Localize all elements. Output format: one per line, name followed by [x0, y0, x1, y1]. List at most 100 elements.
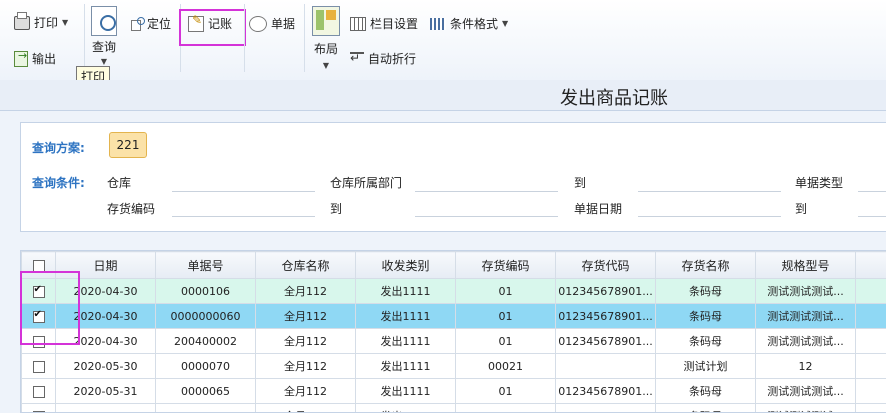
column-header[interactable]: 仓库名称 [256, 252, 356, 279]
cell-doc-no: 0000000060 [156, 304, 256, 329]
chevron-down-icon[interactable]: ▼ [502, 19, 508, 28]
cell-extra [856, 379, 886, 404]
cell-extra [856, 404, 886, 413]
table-row[interactable]: 2020-04-30 200400002 全月112 发出1111 01 012… [22, 329, 886, 354]
cell-spec: 测试测试测试... [756, 404, 856, 413]
table-row[interactable]: 2020-05-30 0000070 全月112 发出1111 00021 测试… [22, 354, 886, 379]
inventory-code-input[interactable] [172, 216, 315, 217]
warehouse-input[interactable] [172, 191, 315, 192]
cell-doc-no: 0000065 [156, 379, 256, 404]
doc-date-label: 单据日期 [574, 200, 622, 217]
column-header[interactable]: 单 [856, 252, 886, 279]
cell-warehouse: 全月112 [256, 404, 356, 413]
doc-type-input[interactable] [858, 191, 886, 192]
row-select-cell[interactable] [22, 354, 56, 379]
cell-category: 发出1111 [356, 404, 456, 413]
inventory-code-label: 存货编码 [107, 200, 155, 217]
query-button[interactable]: 查询 ▼ [91, 6, 117, 66]
cell-extra [856, 329, 886, 354]
cell-spec: 测试测试测试... [756, 329, 856, 354]
cell-inv-id: 012345678901... [556, 304, 656, 329]
row-select-cell[interactable] [22, 379, 56, 404]
query-scheme-label: 查询方案: [32, 139, 85, 156]
query-label: 查询 [92, 38, 116, 55]
doc-type-label: 单据类型 [795, 174, 843, 191]
column-header[interactable]: 规格型号 [756, 252, 856, 279]
cell-extra [856, 354, 886, 379]
toolbar-divider [84, 4, 85, 72]
query-magnifier-icon [91, 6, 117, 36]
cell-inv-name: 条码母 [656, 379, 756, 404]
column-header[interactable]: 存货代码 [556, 252, 656, 279]
cell-date [56, 404, 156, 413]
table-row[interactable]: 2020-04-30 0000000060 全月112 发出1111 01 01… [22, 304, 886, 329]
row-checkbox[interactable] [33, 386, 45, 398]
layout-label: 布局 [314, 40, 338, 57]
layout-button[interactable]: 布局 ▼ [312, 6, 340, 70]
auto-wrap-label: 自动折行 [368, 50, 416, 67]
locate-button[interactable]: 定位 [129, 15, 171, 32]
inventory-code-to-input[interactable] [415, 216, 558, 217]
voucher-button[interactable]: 单据 [249, 15, 295, 32]
cell-date: 2020-05-31 [56, 379, 156, 404]
select-all-checkbox[interactable] [33, 260, 45, 272]
row-select-cell[interactable] [22, 404, 56, 413]
column-header[interactable]: 存货名称 [656, 252, 756, 279]
query-conditions-label: 查询条件: [32, 174, 85, 191]
highlight-selected-checkboxes [20, 271, 80, 345]
doc-date-to-input[interactable] [858, 216, 886, 217]
column-settings-button[interactable]: 栏目设置 [350, 15, 418, 32]
auto-wrap-button[interactable]: 自动折行 [350, 50, 416, 67]
export-label: 输出 [32, 50, 56, 67]
row-checkbox[interactable] [33, 361, 45, 373]
locate-icon [129, 17, 143, 31]
wrap-icon [350, 52, 364, 66]
cell-extra [856, 279, 886, 304]
table-row[interactable]: 2020-05-31 0000065 全月112 发出1111 01 01234… [22, 379, 886, 404]
cell-doc-no [156, 404, 256, 413]
cell-inv-code: 01 [456, 404, 556, 413]
cell-inv-id [556, 354, 656, 379]
column-header[interactable]: 收发类别 [356, 252, 456, 279]
chevron-down-icon[interactable]: ▼ [323, 61, 329, 70]
column-header[interactable]: 存货编码 [456, 252, 556, 279]
to-label: 到 [574, 174, 586, 191]
cell-inv-id: 012345678901... [556, 279, 656, 304]
warehouse-label: 仓库 [107, 174, 131, 191]
data-grid: 日期 单据号 仓库名称 收发类别 存货编码 存货代码 存货名称 规格型号 单 2… [20, 250, 886, 413]
voucher-icon [249, 16, 267, 32]
cell-inv-code: 01 [456, 279, 556, 304]
toolbar-divider [244, 4, 245, 72]
table-row[interactable]: 2020-04-30 0000106 全月112 发出1111 01 01234… [22, 279, 886, 304]
chevron-down-icon[interactable]: ▼ [62, 18, 68, 27]
cell-category: 发出1111 [356, 279, 456, 304]
cell-warehouse: 全月112 [256, 379, 356, 404]
cell-extra: 销 [856, 304, 886, 329]
cell-inv-id: 012345678901... [556, 329, 656, 354]
warehouse-dept-to-input[interactable] [638, 191, 781, 192]
column-settings-label: 栏目设置 [370, 15, 418, 32]
print-button[interactable]: 打印 ▼ [14, 14, 68, 31]
cell-warehouse: 全月112 [256, 279, 356, 304]
conditional-format-icon [430, 18, 446, 30]
voucher-label: 单据 [271, 15, 295, 32]
cell-category: 发出1111 [356, 354, 456, 379]
table-row[interactable]: 全月112 发出1111 01 012345678901... 条码母 测试测试… [22, 404, 886, 413]
layout-icon [312, 6, 340, 36]
doc-date-input[interactable] [638, 216, 781, 217]
toolbar: 打印 ▼ 输出 查询 ▼ 定位 记账 单据 布局 ▼ 栏目设置 条件格式 ▼ [0, 0, 886, 81]
export-button[interactable]: 输出 [14, 50, 56, 67]
warehouse-dept-input[interactable] [415, 191, 558, 192]
query-scheme-chip[interactable]: 221 [109, 132, 147, 158]
conditional-format-button[interactable]: 条件格式 ▼ [430, 15, 508, 32]
table-header-row: 日期 单据号 仓库名称 收发类别 存货编码 存货代码 存货名称 规格型号 单 [22, 252, 886, 279]
to-label: 到 [330, 200, 342, 217]
cell-inv-code: 01 [456, 379, 556, 404]
locate-label: 定位 [147, 15, 171, 32]
column-header[interactable]: 单据号 [156, 252, 256, 279]
cell-warehouse: 全月112 [256, 304, 356, 329]
warehouse-dept-label: 仓库所属部门 [330, 174, 402, 191]
to-label: 到 [795, 200, 807, 217]
chevron-down-icon[interactable]: ▼ [101, 57, 107, 66]
cell-warehouse: 全月112 [256, 329, 356, 354]
